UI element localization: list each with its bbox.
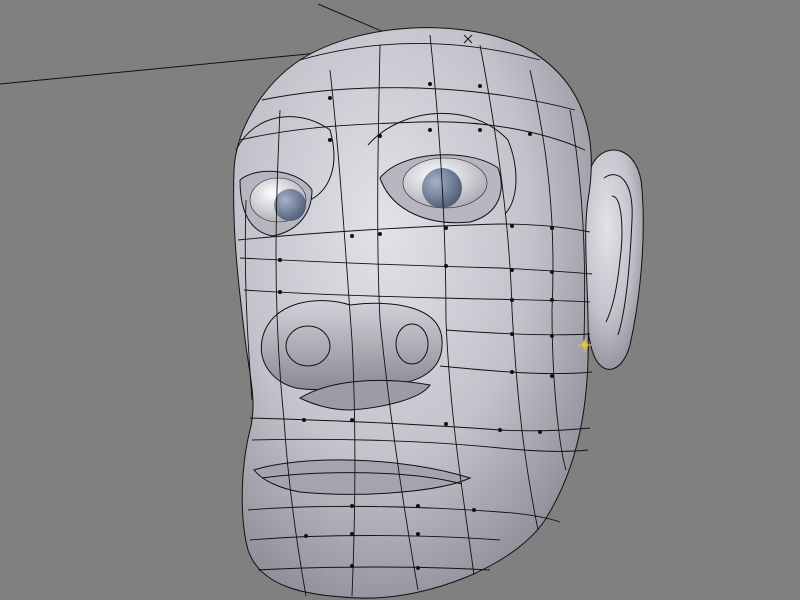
nose-mesh[interactable] (260, 300, 443, 391)
iris-left (274, 189, 306, 221)
3d-viewport[interactable] (0, 0, 800, 600)
viewport-canvas[interactable] (0, 0, 800, 600)
